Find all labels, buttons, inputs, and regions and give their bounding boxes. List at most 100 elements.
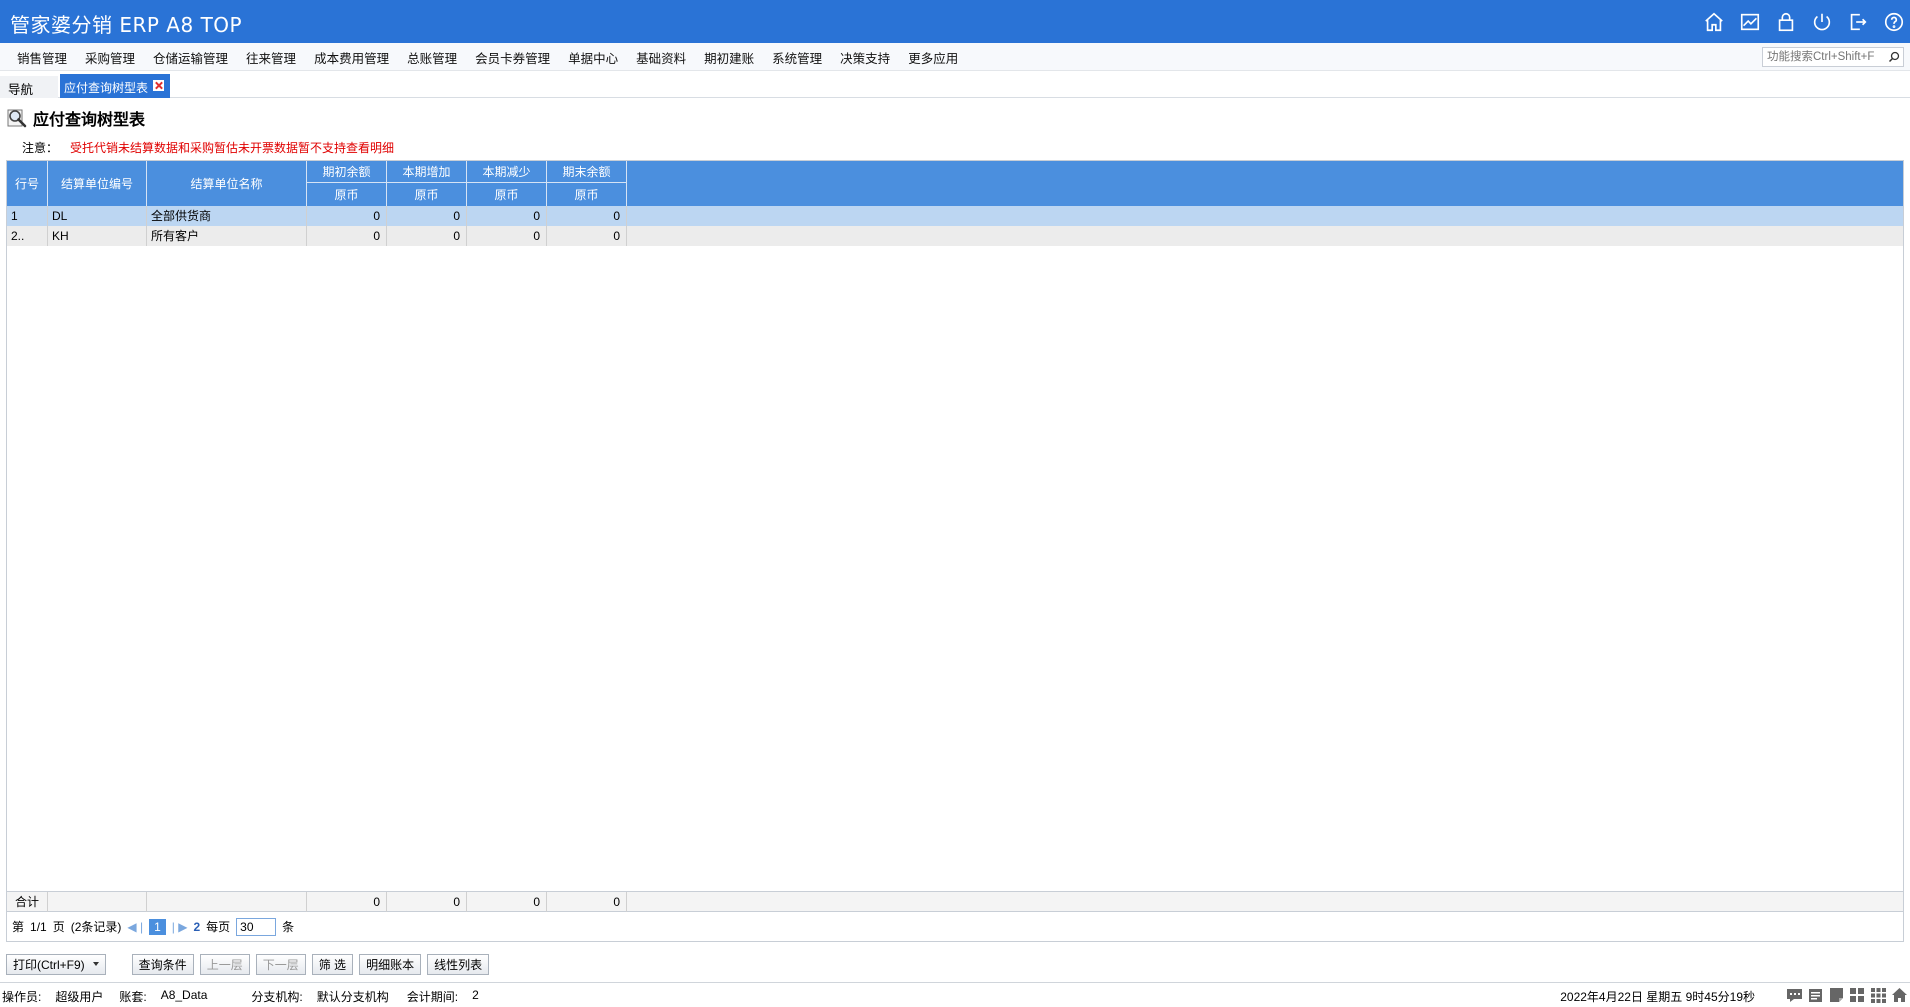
level-up-button[interactable]: 上一层 bbox=[199, 953, 250, 975]
function-search-input[interactable] bbox=[1763, 48, 1881, 66]
cell-decrease: 0 bbox=[467, 206, 547, 226]
pager-page-info: 1/1 bbox=[30, 919, 47, 934]
menu-item-sales[interactable]: 销售管理 bbox=[8, 48, 76, 67]
menu-item-system[interactable]: 系统管理 bbox=[763, 48, 831, 67]
menu-item-member[interactable]: 会员卡券管理 bbox=[466, 48, 559, 67]
cell-opening: 0 bbox=[307, 226, 387, 246]
col-decrease-currency[interactable]: 原币 bbox=[467, 183, 547, 206]
menu-items: 销售管理 采购管理 仓储运输管理 往来管理 成本费用管理 总账管理 会员卡券管理… bbox=[8, 43, 967, 71]
col-increase-currency[interactable]: 原币 bbox=[387, 183, 467, 206]
menu-item-more[interactable]: 更多应用 bbox=[899, 48, 967, 67]
notice: 注意： 受托代销未结算数据和采购暂估未开票数据暂不支持查看明细 bbox=[22, 139, 394, 156]
col-opening-currency[interactable]: 原币 bbox=[307, 183, 387, 206]
chevron-down-icon[interactable] bbox=[92, 962, 99, 966]
table-row[interactable]: 1 DL 全部供货商 0 0 0 0 bbox=[7, 206, 1903, 226]
operator-value: 超级用户 bbox=[55, 990, 104, 1004]
total-increase: 0 bbox=[387, 892, 467, 912]
period-value: 2 bbox=[472, 988, 479, 1002]
pager-prefix: 第 bbox=[12, 920, 25, 934]
menu-item-opening[interactable]: 期初建账 bbox=[695, 48, 763, 67]
search-icon[interactable] bbox=[1888, 51, 1900, 63]
filter-button[interactable]: 筛 选 bbox=[311, 953, 354, 975]
cell-decrease: 0 bbox=[467, 226, 547, 246]
tab-payable-query[interactable]: 应付查询树型表 bbox=[60, 74, 171, 98]
notes-icon[interactable] bbox=[1807, 987, 1824, 1003]
menu-item-accounts[interactable]: 往来管理 bbox=[237, 48, 305, 67]
close-icon[interactable] bbox=[153, 80, 165, 91]
page-link[interactable]: 2 bbox=[193, 920, 200, 934]
menu-item-cost[interactable]: 成本费用管理 bbox=[305, 48, 398, 67]
total-empty-name bbox=[147, 892, 307, 912]
next-page-icon[interactable]: | ▶ bbox=[172, 920, 188, 934]
tab-navigation[interactable]: 导航 bbox=[0, 76, 58, 98]
query-conditions-button[interactable]: 查询条件 bbox=[131, 953, 194, 975]
tab-label: 应付查询树型表 bbox=[64, 81, 149, 95]
tab-strip: 导航 应付查询树型表 bbox=[0, 74, 1910, 98]
cell-unit-name: 全部供货商 bbox=[147, 206, 307, 226]
table-row[interactable]: 2.. KH 所有客户 0 0 0 0 bbox=[7, 226, 1903, 246]
payable-grid: 行号 结算单位编号 结算单位名称 期初余额 原币 本期增加 原币 本期减少 原币… bbox=[6, 160, 1904, 912]
action-toolbar: 打印(Ctrl+F9) 查询条件 上一层 下一层 筛 选 明细账本 线性列表 bbox=[6, 953, 490, 975]
linear-list-button[interactable]: 线性列表 bbox=[427, 953, 490, 975]
col-opening-balance[interactable]: 期初余额 bbox=[307, 161, 387, 183]
page-heading: 应付查询树型表 bbox=[6, 106, 145, 130]
menu-item-purchase[interactable]: 采购管理 bbox=[76, 48, 144, 67]
power-icon[interactable] bbox=[1810, 10, 1834, 34]
help-icon[interactable] bbox=[1882, 10, 1906, 34]
cell-increase: 0 bbox=[387, 206, 467, 226]
col-period-decrease[interactable]: 本期减少 bbox=[467, 161, 547, 183]
lock-icon[interactable] bbox=[1774, 10, 1798, 34]
pager-record-count: (2条记录) bbox=[70, 920, 122, 934]
cell-closing: 0 bbox=[547, 206, 627, 226]
total-row: 合计 0 0 0 0 bbox=[7, 891, 1903, 912]
total-empty-code bbox=[48, 892, 147, 912]
document-icon[interactable] bbox=[1828, 987, 1845, 1003]
page-size-input[interactable] bbox=[236, 917, 277, 936]
total-decrease: 0 bbox=[467, 892, 547, 912]
title-bar: 管家婆分销 ERP A8 TOP bbox=[0, 0, 1910, 43]
home-small-icon[interactable] bbox=[1891, 987, 1908, 1003]
apps-icon[interactable] bbox=[1870, 987, 1887, 1003]
home-icon[interactable] bbox=[1702, 10, 1726, 34]
cell-row-no: 2.. bbox=[7, 226, 48, 246]
account-label: 账套: bbox=[119, 990, 147, 1004]
print-button[interactable]: 打印(Ctrl+F9) bbox=[6, 953, 106, 975]
menu-bar: 销售管理 采购管理 仓储运输管理 往来管理 成本费用管理 总账管理 会员卡券管理… bbox=[0, 43, 1910, 71]
chart-icon[interactable] bbox=[1738, 10, 1762, 34]
prev-page-icon[interactable]: ◀ | bbox=[127, 920, 143, 934]
status-bar: 操作员: 超级用户 账套: A8_Data 分支机构: 默认分支机构 会计期间:… bbox=[0, 982, 1910, 1007]
cell-unit-name: 所有客户 bbox=[147, 226, 307, 246]
pager-page-suffix: 页 bbox=[52, 920, 65, 934]
menu-item-decision[interactable]: 决策支持 bbox=[831, 48, 899, 67]
current-page-button[interactable]: 1 bbox=[149, 918, 166, 935]
page-title: 应付查询树型表 bbox=[33, 112, 146, 129]
pager: 第 1/1 页 (2条记录) ◀ | 1 | ▶ 2 每页 条 bbox=[6, 912, 1904, 942]
col-closing-currency[interactable]: 原币 bbox=[547, 183, 627, 206]
branch-value: 默认分支机构 bbox=[316, 990, 389, 1004]
menu-item-documents[interactable]: 单据中心 bbox=[559, 48, 627, 67]
notice-label: 注意： bbox=[22, 141, 59, 155]
col-unit-name[interactable]: 结算单位名称 bbox=[147, 161, 307, 206]
exit-icon[interactable] bbox=[1846, 10, 1870, 34]
total-opening: 0 bbox=[307, 892, 387, 912]
col-row-no[interactable]: 行号 bbox=[7, 161, 48, 206]
cell-closing: 0 bbox=[547, 226, 627, 246]
operator-label: 操作员: bbox=[2, 990, 42, 1004]
grid-icon[interactable] bbox=[1849, 987, 1866, 1003]
col-unit-code[interactable]: 结算单位编号 bbox=[48, 161, 147, 206]
print-button-label: 打印(Ctrl+F9) bbox=[13, 957, 85, 972]
notice-text: 受托代销未结算数据和采购暂估未开票数据暂不支持查看明细 bbox=[70, 141, 395, 155]
col-period-increase[interactable]: 本期增加 bbox=[387, 161, 467, 183]
detail-ledger-button[interactable]: 明细账本 bbox=[359, 953, 422, 975]
page-size-unit: 条 bbox=[282, 920, 295, 934]
message-icon[interactable] bbox=[1786, 987, 1803, 1003]
menu-item-ledger[interactable]: 总账管理 bbox=[398, 48, 466, 67]
level-down-button[interactable]: 下一层 bbox=[255, 953, 306, 975]
menu-item-basic-data[interactable]: 基础资料 bbox=[627, 48, 695, 67]
per-page-label: 每页 bbox=[206, 920, 231, 934]
menu-item-warehouse[interactable]: 仓储运输管理 bbox=[144, 48, 237, 67]
magnifier-icon bbox=[7, 109, 27, 128]
col-closing-balance[interactable]: 期末余额 bbox=[547, 161, 627, 183]
titlebar-icons bbox=[1702, 10, 1906, 34]
account-value: A8_Data bbox=[160, 988, 208, 1002]
